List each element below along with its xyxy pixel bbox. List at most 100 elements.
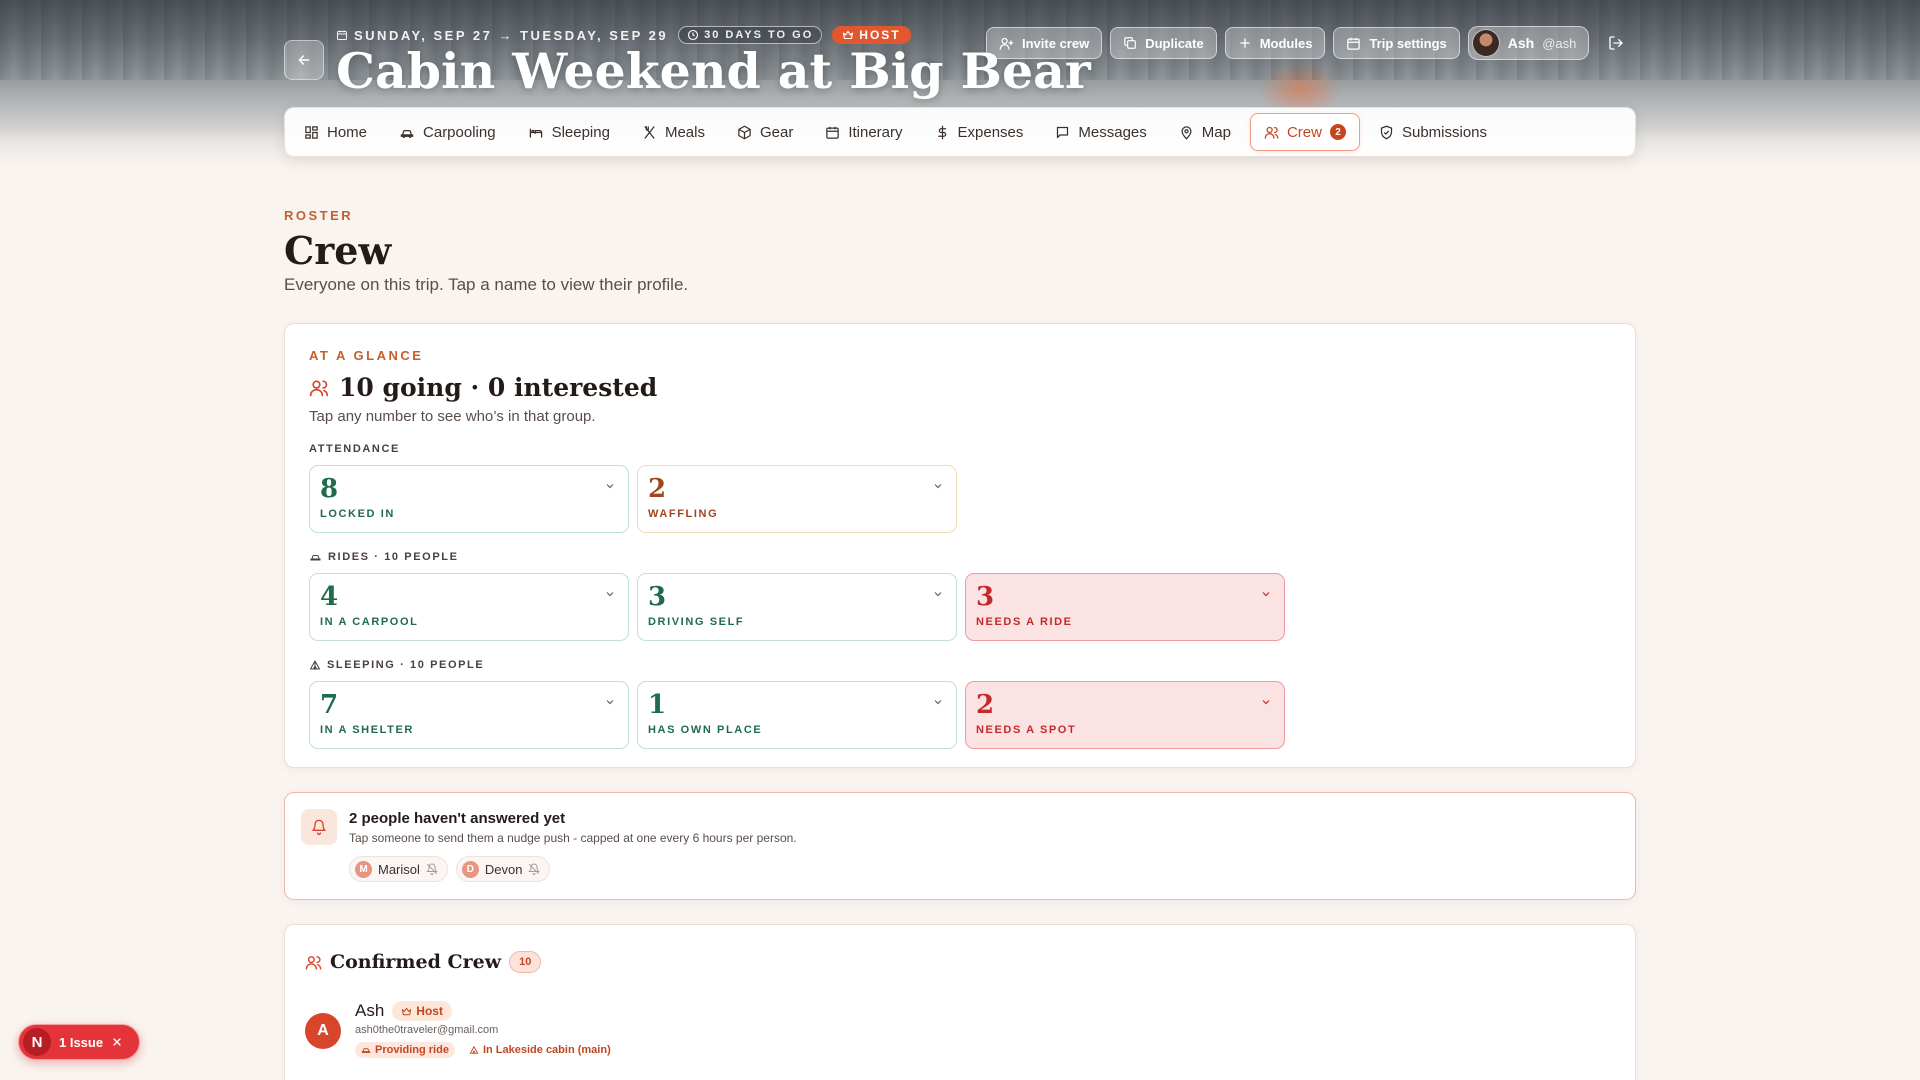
chevron-down-icon	[606, 592, 614, 597]
shield-check-icon	[1380, 125, 1393, 139]
stat-has-own-place[interactable]: 1 HAS OWN PLACE	[637, 681, 957, 749]
tab-submissions-label: Submissions	[1401, 123, 1488, 141]
car-icon	[361, 1048, 371, 1053]
message-icon	[1057, 126, 1069, 138]
calendar-icon	[337, 30, 347, 40]
tab-crew[interactable]: Crew 2	[1249, 113, 1360, 151]
invite-crew-label: Invite crew	[1022, 35, 1090, 51]
rides-stats: 4 IN A CARPOOL 3 DRIVING SELF 3 NEEDS A …	[309, 573, 1611, 641]
list-item[interactable]: A Ash Host ash0the0traveler@gmail.com Pr…	[305, 1001, 1615, 1058]
car-icon	[400, 129, 414, 138]
stat-value: 8	[320, 474, 339, 504]
nudge-people: M Marisol D Devon	[349, 856, 797, 882]
users-icon	[1264, 126, 1279, 139]
logout-icon	[1609, 36, 1624, 50]
issues-label: 1 Issue	[59, 1034, 104, 1050]
tab-carpooling[interactable]: Carpooling	[386, 113, 509, 151]
crown-icon	[402, 1007, 412, 1015]
tab-gear[interactable]: Gear	[724, 113, 806, 151]
stat-value: 2	[648, 474, 667, 504]
clock-icon	[688, 29, 699, 41]
person-name: Marisol	[378, 861, 420, 877]
glance-eyebrow: AT A GLANCE	[309, 348, 424, 363]
dollar-icon	[937, 125, 946, 139]
tab-carpooling-label: Carpooling	[423, 123, 496, 141]
page-subtitle: Everyone on this trip. Tap a name to vie…	[284, 275, 689, 294]
sleeping-label: SLEEPING · 10 PEOPLE	[309, 659, 1611, 671]
avatar: A	[305, 1013, 341, 1049]
rides-label-text: RIDES · 10 PEOPLE	[328, 551, 459, 563]
issues-indicator[interactable]: N 1 Issue	[18, 1024, 140, 1060]
avatar	[1471, 29, 1500, 57]
nudge-subtitle: Tap someone to send them a nudge push - …	[349, 831, 797, 845]
box-icon	[738, 125, 751, 139]
sleep-status-tag: In Lakeside cabin (main)	[463, 1042, 617, 1058]
tab-expenses[interactable]: Expenses	[922, 113, 1037, 151]
stat-needs-a-spot[interactable]: 2 NEEDS A SPOT	[965, 681, 1285, 749]
modules-button[interactable]: Modules	[1224, 27, 1326, 59]
stat-locked-in[interactable]: 8 LOCKED IN	[309, 465, 629, 533]
car-icon	[310, 555, 321, 561]
attendance-stats: 8 LOCKED IN 2 WAFFLING	[309, 465, 1611, 533]
unanswered-nudge-card: 2 people haven't answered yet Tap someon…	[284, 792, 1636, 900]
stat-label: IN A SHELTER	[320, 724, 414, 736]
tab-sleeping[interactable]: Sleeping	[515, 113, 623, 151]
invite-crew-button[interactable]: Invite crew	[986, 27, 1103, 59]
n-logo-icon: N	[23, 1028, 51, 1056]
trip-settings-button[interactable]: Trip settings	[1333, 27, 1460, 59]
bell-icon-box	[301, 809, 337, 845]
tab-messages[interactable]: Messages	[1042, 113, 1159, 151]
nudge-body: 2 people haven't answered yet Tap someon…	[349, 809, 797, 883]
stat-label: LOCKED IN	[320, 508, 395, 520]
avatar: D	[461, 860, 479, 878]
stat-value: 3	[976, 582, 995, 612]
chevron-down-icon	[1262, 592, 1270, 597]
sleeping-stats: 7 IN A SHELTER 1 HAS OWN PLACE 2 NEEDS A…	[309, 681, 1611, 749]
host-badge-text: Host	[416, 1004, 443, 1018]
close-icon[interactable]	[111, 1036, 123, 1048]
glance-title: 10 going · 0 interested	[339, 373, 658, 402]
calendar-settings-icon	[1347, 37, 1361, 50]
sleep-status-text: In Lakeside cabin (main)	[482, 1044, 611, 1056]
module-tab-bar: Home Carpooling Sleeping Meals Gear Itin…	[284, 107, 1636, 157]
tab-gear-label: Gear	[759, 123, 794, 141]
host-role-text: HOST	[859, 28, 901, 42]
nudge-person-devon[interactable]: D Devon	[455, 856, 551, 882]
plus-icon	[1239, 38, 1250, 48]
stat-in-a-carpool[interactable]: 4 IN A CARPOOL	[309, 573, 629, 641]
tab-home[interactable]: Home	[291, 113, 380, 151]
logout-button[interactable]	[1601, 28, 1631, 58]
copy-icon	[1124, 37, 1137, 49]
tab-itinerary[interactable]: Itinerary	[812, 113, 915, 151]
member-name-row: Ash Host	[355, 1001, 617, 1021]
nudge-person-marisol[interactable]: M Marisol	[349, 856, 448, 882]
person-name: Devon	[484, 861, 523, 877]
chevron-down-icon	[1262, 700, 1270, 705]
tab-expenses-label: Expenses	[957, 123, 1024, 141]
tab-home-label: Home	[327, 123, 368, 141]
stat-value: 2	[976, 690, 995, 720]
tab-map[interactable]: Map	[1166, 113, 1244, 151]
user-handle: @ash	[1542, 35, 1577, 51]
user-plus-icon	[999, 37, 1014, 50]
duplicate-button[interactable]: Duplicate	[1110, 27, 1217, 59]
stat-label: DRIVING SELF	[648, 616, 745, 628]
tab-submissions[interactable]: Submissions	[1366, 113, 1500, 151]
calendar-icon	[826, 126, 840, 139]
stat-label: NEEDS A RIDE	[976, 616, 1073, 628]
tab-messages-label: Messages	[1078, 123, 1147, 141]
tab-meals[interactable]: Meals	[629, 113, 718, 151]
back-button[interactable]	[284, 40, 324, 80]
stat-driving-self[interactable]: 3 DRIVING SELF	[637, 573, 957, 641]
stat-needs-a-ride[interactable]: 3 NEEDS A RIDE	[965, 573, 1285, 641]
trip-actions: Invite crew Duplicate Modules Trip setti…	[986, 26, 1631, 60]
bell-off-icon	[528, 863, 541, 875]
page-eyebrow: ROSTER	[284, 208, 354, 223]
stat-in-a-shelter[interactable]: 7 IN A SHELTER	[309, 681, 629, 749]
chevron-down-icon	[606, 700, 614, 705]
user-menu[interactable]: Ash @ash	[1467, 26, 1590, 60]
stat-value: 7	[320, 690, 339, 720]
stat-waffling[interactable]: 2 WAFFLING	[637, 465, 957, 533]
confirmed-crew-title: Confirmed Crew	[330, 951, 502, 973]
member-info: Ash Host ash0the0traveler@gmail.com Prov…	[355, 1001, 617, 1058]
